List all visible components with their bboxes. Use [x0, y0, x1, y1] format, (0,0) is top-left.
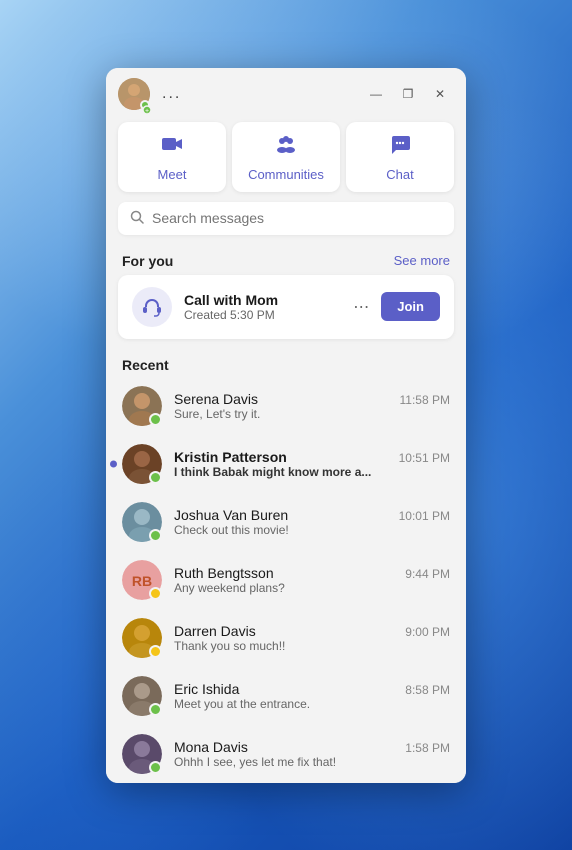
chat-time: 1:58 PM: [405, 741, 450, 755]
chat-avatar: [122, 386, 162, 426]
chat-name: Ruth Bengtsson: [174, 565, 274, 581]
chat-preview: Sure, Let's try it.: [174, 407, 450, 421]
tab-chat-label: Chat: [386, 167, 413, 182]
chat-name: Eric Ishida: [174, 681, 239, 697]
tab-communities-label: Communities: [248, 167, 324, 182]
call-icon-wrap: [132, 287, 172, 327]
search-icon: [130, 210, 144, 227]
chat-preview: Check out this movie!: [174, 523, 450, 537]
chat-preview: Ohhh I see, yes let me fix that!: [174, 755, 450, 769]
call-title: Call with Mom: [184, 292, 337, 308]
chat-avatar: [122, 734, 162, 774]
tab-meet-label: Meet: [158, 167, 187, 182]
call-subtitle: Created 5:30 PM: [184, 308, 337, 322]
communities-icon: [274, 132, 298, 162]
svg-text:+: +: [145, 108, 149, 115]
tab-meet[interactable]: Meet: [118, 122, 226, 192]
chat-time: 11:58 PM: [400, 393, 450, 407]
chat-time: 8:58 PM: [405, 683, 450, 697]
chat-name-row: Mona Davis 1:58 PM: [174, 739, 450, 755]
chat-item[interactable]: RB Ruth Bengtsson 9:44 PM Any weekend pl…: [106, 551, 466, 609]
chat-item[interactable]: Eric Ishida 8:58 PM Meet you at the entr…: [106, 667, 466, 725]
maximize-button[interactable]: ❐: [394, 80, 422, 108]
call-info: Call with Mom Created 5:30 PM: [184, 292, 337, 322]
tab-communities[interactable]: Communities: [232, 122, 340, 192]
chat-avatar: [122, 676, 162, 716]
chat-item[interactable]: Joshua Van Buren 10:01 PM Check out this…: [106, 493, 466, 551]
search-bar: [118, 202, 454, 235]
tab-chat[interactable]: Chat: [346, 122, 454, 192]
nav-tabs: Meet Communities: [106, 118, 466, 202]
chat-time: 9:44 PM: [405, 567, 450, 581]
avatar-status-badge: [149, 529, 162, 542]
for-you-header: For you See more: [106, 245, 466, 275]
chat-content: Eric Ishida 8:58 PM Meet you at the entr…: [174, 681, 450, 711]
user-avatar-container: +: [118, 78, 150, 110]
close-button[interactable]: ✕: [426, 80, 454, 108]
chat-content: Ruth Bengtsson 9:44 PM Any weekend plans…: [174, 565, 450, 595]
chat-time: 9:00 PM: [405, 625, 450, 639]
chat-name: Joshua Van Buren: [174, 507, 288, 523]
chat-name-row: Joshua Van Buren 10:01 PM: [174, 507, 450, 523]
title-bar: + ... — ❐ ✕: [106, 68, 466, 118]
call-actions: ⋯ Join: [349, 292, 440, 321]
chat-name: Kristin Patterson: [174, 449, 287, 465]
chat-name-row: Eric Ishida 8:58 PM: [174, 681, 450, 697]
chat-time: 10:01 PM: [399, 509, 450, 523]
content-area: For you See more Call with Mom Created 5…: [106, 245, 466, 783]
window-controls: — ❐ ✕: [362, 80, 454, 108]
title-bar-left: + ...: [118, 78, 185, 110]
chat-content: Joshua Van Buren 10:01 PM Check out this…: [174, 507, 450, 537]
chat-name: Mona Davis: [174, 739, 248, 755]
svg-text:RB: RB: [132, 573, 152, 589]
chat-preview: Thank you so much!!: [174, 639, 450, 653]
chat-avatar: [122, 502, 162, 542]
video-icon: [160, 132, 184, 162]
call-more-button[interactable]: ⋯: [349, 295, 373, 319]
avatar-status-badge: [149, 703, 162, 716]
chat-avatar: [122, 444, 162, 484]
join-button[interactable]: Join: [381, 292, 440, 321]
avatar-status-badge: [149, 587, 162, 600]
chat-preview: Meet you at the entrance.: [174, 697, 450, 711]
recent-header: Recent: [106, 349, 466, 377]
avatar-status-badge: [149, 645, 162, 658]
chat-content: Serena Davis 11:58 PM Sure, Let's try it…: [174, 391, 450, 421]
chat-item[interactable]: Serena Davis 11:58 PM Sure, Let's try it…: [106, 377, 466, 435]
chat-list: Serena Davis 11:58 PM Sure, Let's try it…: [106, 377, 466, 783]
chat-avatar: RB: [122, 560, 162, 600]
chat-name: Darren Davis: [174, 623, 256, 639]
chat-item[interactable]: Kristin Patterson 10:51 PM I think Babak…: [106, 435, 466, 493]
chat-item[interactable]: Darren Davis 9:00 PM Thank you so much!!: [106, 609, 466, 667]
chat-name-row: Darren Davis 9:00 PM: [174, 623, 450, 639]
chat-name-row: Kristin Patterson 10:51 PM: [174, 449, 450, 465]
chat-name-row: Ruth Bengtsson 9:44 PM: [174, 565, 450, 581]
more-options-button[interactable]: ...: [158, 81, 185, 107]
avatar-status-badge: [149, 413, 162, 426]
chat-icon: [388, 132, 412, 162]
chat-time: 10:51 PM: [399, 451, 450, 465]
chat-content: Darren Davis 9:00 PM Thank you so much!!: [174, 623, 450, 653]
chat-name-row: Serena Davis 11:58 PM: [174, 391, 450, 407]
user-status-indicator: +: [140, 100, 150, 110]
avatar-status-badge: [149, 471, 162, 484]
teams-window: + ... — ❐ ✕ Meet: [106, 68, 466, 783]
chat-preview: I think Babak might know more a...: [174, 465, 450, 479]
minimize-button[interactable]: —: [362, 80, 390, 108]
for-you-title: For you: [122, 253, 173, 269]
chat-content: Mona Davis 1:58 PM Ohhh I see, yes let m…: [174, 739, 450, 769]
see-more-button[interactable]: See more: [394, 253, 450, 268]
chat-preview: Any weekend plans?: [174, 581, 450, 595]
chat-item[interactable]: Mona Davis 1:58 PM Ohhh I see, yes let m…: [106, 725, 466, 783]
chat-avatar: [122, 618, 162, 658]
call-card[interactable]: Call with Mom Created 5:30 PM ⋯ Join: [118, 275, 454, 339]
chat-content: Kristin Patterson 10:51 PM I think Babak…: [174, 449, 450, 479]
chat-name: Serena Davis: [174, 391, 258, 407]
search-input[interactable]: [152, 210, 442, 226]
avatar-status-badge: [149, 761, 162, 774]
